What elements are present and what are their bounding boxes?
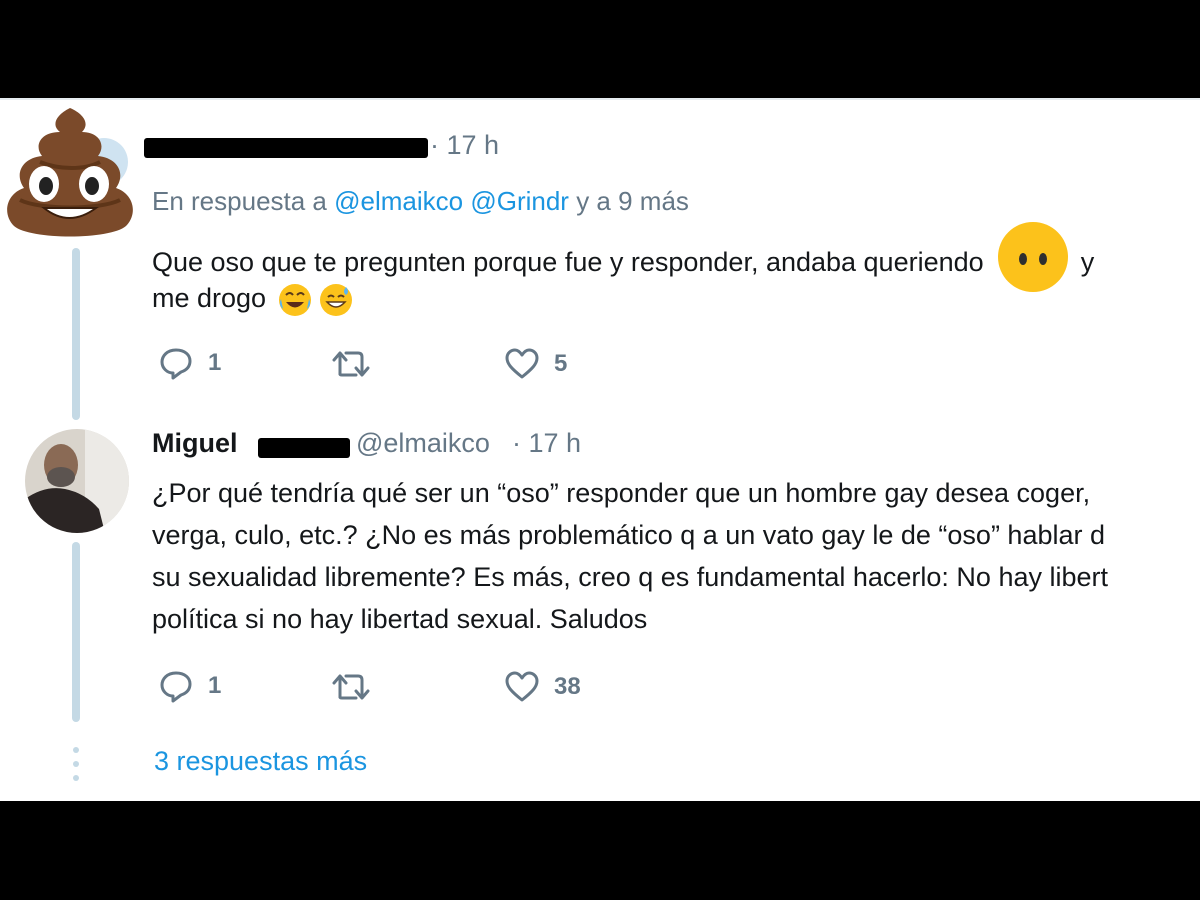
top-divider	[0, 98, 1200, 100]
tweet-body-line: verga, culo, etc.? ¿No es más problemáti…	[152, 520, 1106, 550]
reply-icon	[160, 348, 192, 380]
tweet-timestamp[interactable]: · 17 h	[512, 428, 581, 459]
grinning-sweat-emoji-icon	[320, 283, 353, 316]
tweet-2-body: ¿Por qué tendría qué ser un “oso” respon…	[152, 472, 1200, 640]
like-button[interactable]: 38	[504, 671, 581, 703]
poop-emoji-icon[interactable]	[0, 102, 140, 242]
thread-line-lower	[72, 542, 80, 722]
thread-dot	[73, 775, 79, 781]
tears-of-joy-emoji-icon	[278, 283, 311, 316]
tweet-body-line: su sexualidad libremente? Es más, creo q…	[152, 562, 1109, 592]
surname-redaction	[258, 438, 350, 458]
thread-dot	[73, 761, 79, 767]
name-redaction	[144, 138, 428, 158]
retweet-button[interactable]	[330, 348, 372, 380]
reply-button[interactable]: 1	[158, 669, 221, 703]
thread-dot	[73, 747, 79, 753]
tweet-1-body: Que oso que te pregunten porque fue y re…	[152, 222, 1200, 319]
reply-suffix[interactable]: y a 9 más	[569, 186, 689, 216]
reply-mentions-link[interactable]: @elmaikco @Grindr	[334, 186, 569, 216]
author-handle[interactable]: @elmaikco	[356, 428, 490, 459]
more-replies-link[interactable]: 3 respuestas más	[154, 746, 367, 777]
tweet-timestamp[interactable]: · 17 h	[430, 130, 499, 161]
like-button[interactable]: 5	[504, 348, 567, 380]
reply-button[interactable]: 1	[158, 346, 221, 380]
heart-icon	[505, 671, 539, 702]
like-count: 38	[554, 673, 581, 700]
heart-icon	[505, 348, 539, 379]
reply-prefix: En respuesta a	[152, 186, 335, 216]
tweet-body-line: política si no hay libertad sexual. Salu…	[152, 604, 648, 634]
retweet-button[interactable]	[330, 671, 372, 703]
author-name[interactable]: Miguel	[152, 428, 238, 459]
thread-line-upper	[72, 248, 80, 420]
reply-count: 1	[208, 672, 222, 699]
like-count: 5	[554, 350, 568, 377]
reply-icon	[160, 671, 192, 703]
retweet-icon	[332, 351, 370, 377]
reply-count: 1	[208, 349, 222, 376]
retweet-icon	[332, 674, 370, 700]
face-without-mouth-emoji-icon	[998, 222, 1069, 292]
reply-context: En respuesta a @elmaikco @Grindr y a 9 m…	[152, 186, 689, 217]
tweet-body-line: ¿Por qué tendría qué ser un “oso” respon…	[152, 478, 1091, 508]
tweet-thread-panel: · 17 h En respuesta a @elmaikco @Grindr …	[0, 98, 1200, 801]
avatar[interactable]	[25, 429, 129, 533]
